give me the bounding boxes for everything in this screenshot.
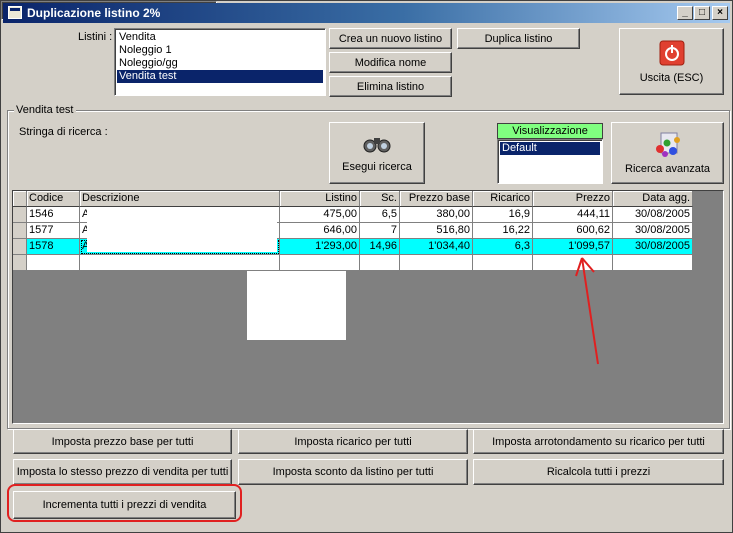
power-icon [659, 40, 684, 65]
cell-sconto: 6,5 [360, 207, 400, 223]
set-base-price-all-button[interactable]: Imposta prezzo base per tutti [13, 429, 232, 454]
column-header[interactable]: Codice [27, 191, 80, 207]
redacted-description-area [87, 208, 277, 252]
cell-codice: 1578 [27, 239, 80, 255]
cell-data: 30/08/2005 [613, 239, 693, 255]
cell-prezzo-base: 380,00 [400, 207, 473, 223]
list-item[interactable]: Vendita [117, 31, 323, 44]
search-button[interactable]: Esegui ricerca [329, 122, 425, 184]
binoculars-icon [363, 138, 391, 153]
cell-listino: 1'293,00 [280, 239, 360, 255]
app-window: Duplicazione listino 2% _ □ × Listini : … [0, 0, 733, 533]
exit-button-label: Uscita (ESC) [639, 71, 704, 84]
row-selector-header [13, 191, 27, 207]
cell-ricarico: 16,9 [473, 207, 533, 223]
listini-label: Listini : [78, 31, 113, 43]
title-bar[interactable]: Duplicazione listino 2% _ □ × [3, 3, 730, 23]
cell-data: 30/08/2005 [613, 207, 693, 223]
cell-prezzo: 600,62 [533, 223, 613, 239]
cell-data: 30/08/2005 [613, 223, 693, 239]
molecules-icon [655, 132, 680, 157]
row-selector[interactable] [13, 239, 27, 255]
red-arrow-annotation [575, 257, 599, 365]
cell-prezzo-base: 1'034,40 [400, 239, 473, 255]
column-header[interactable]: Descrizione [80, 191, 280, 207]
set-rounding-all-button[interactable]: Imposta arrotondamento su ricarico per t… [473, 429, 724, 454]
advanced-search-label: Ricerca avanzata [625, 163, 710, 175]
delete-list-button[interactable]: Elimina listino [329, 76, 452, 97]
cell-codice: 1546 [27, 207, 80, 223]
view-header: Visualizzazione [497, 123, 603, 139]
new-list-button[interactable]: Crea un nuovo listino [329, 28, 452, 49]
list-item[interactable]: Noleggio/gg [117, 57, 323, 70]
column-header[interactable]: Prezzo base [400, 191, 473, 207]
exit-button[interactable]: Uscita (ESC) [619, 28, 724, 95]
search-button-label: Esegui ricerca [342, 161, 412, 173]
minimize-button[interactable]: _ [677, 6, 693, 20]
table-header: Codice Descrizione Listino Sc. Prezzo ba… [13, 191, 693, 207]
row-selector[interactable] [13, 255, 27, 271]
list-item[interactable]: Default [500, 142, 600, 155]
cell-listino: 475,00 [280, 207, 360, 223]
column-header[interactable]: Ricarico [473, 191, 533, 207]
window-icon [8, 6, 22, 19]
row-selector[interactable] [13, 223, 27, 239]
advanced-search-button[interactable]: Ricerca avanzata [611, 122, 724, 184]
cell-sconto: 14,96 [360, 239, 400, 255]
red-highlight-frame [7, 484, 242, 522]
price-table[interactable]: Codice Descrizione Listino Sc. Prezzo ba… [12, 190, 724, 424]
column-header[interactable]: Listino [280, 191, 360, 207]
cell-sconto: 7 [360, 223, 400, 239]
view-list[interactable]: Default [497, 139, 603, 184]
groupbox-title: Vendita test [14, 104, 76, 116]
rename-list-button[interactable]: Modifica nome [329, 52, 452, 73]
maximize-button[interactable]: □ [694, 6, 710, 20]
cell-prezzo-base: 516,80 [400, 223, 473, 239]
set-markup-all-button[interactable]: Imposta ricarico per tutti [238, 429, 468, 454]
duplicate-list-button[interactable]: Duplica listino [457, 28, 580, 49]
list-item[interactable]: Vendita test [117, 70, 323, 83]
list-item[interactable]: Noleggio 1 [117, 44, 323, 57]
cell-listino: 646,00 [280, 223, 360, 239]
listini-list[interactable]: Vendita Noleggio 1 Noleggio/gg Vendita t… [114, 28, 326, 96]
column-header[interactable]: Prezzo [533, 191, 613, 207]
window-title: Duplicazione listino 2% [27, 6, 161, 20]
column-header[interactable]: Data agg. [613, 191, 693, 207]
column-header[interactable]: Sc. [360, 191, 400, 207]
cell-ricarico: 6,3 [473, 239, 533, 255]
discount-all-button[interactable]: Imposta sconto da listino per tutti [238, 459, 468, 485]
cell-prezzo: 444,11 [533, 207, 613, 223]
recalc-all-button[interactable]: Ricalcola tutti i prezzi [473, 459, 724, 485]
search-label: Stringa di ricerca : [19, 126, 108, 138]
redacted-block [247, 271, 346, 340]
close-button[interactable]: × [712, 6, 728, 20]
same-price-all-button[interactable]: Imposta lo stesso prezzo di vendita per … [13, 459, 232, 485]
row-selector[interactable] [13, 207, 27, 223]
cell-ricarico: 16,22 [473, 223, 533, 239]
cell-codice: 1577 [27, 223, 80, 239]
